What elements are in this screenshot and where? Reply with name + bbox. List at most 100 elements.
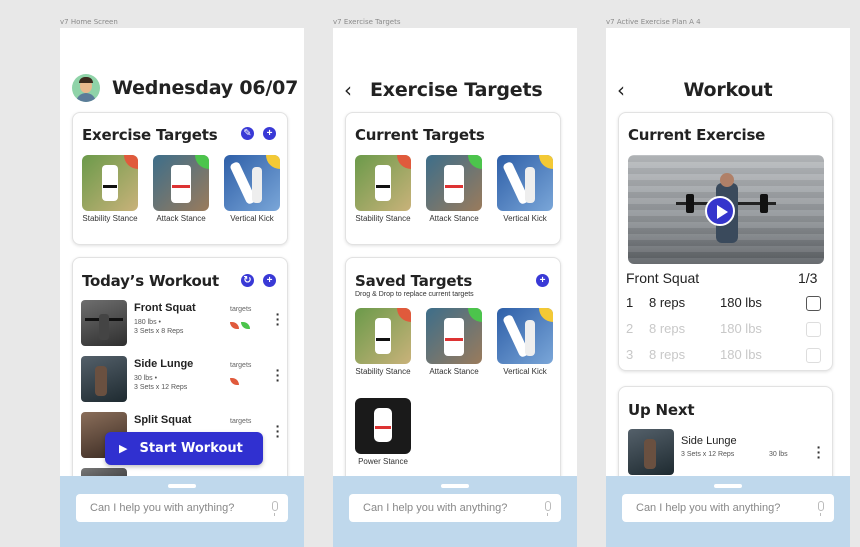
target-label: Stability Stance [355,367,411,376]
set-row-1: 1 8 reps 180 lbs [626,295,826,315]
more-icon[interactable]: · · · [275,419,281,443]
exercise-detail: 180 lbs • 3 Sets x 8 Reps [134,319,184,335]
page-title: Exercise Targets [370,79,543,101]
target-label: Vertical Kick [503,214,547,223]
set-number: 1 [626,295,634,310]
target-badge-green [241,322,250,329]
target-vertical-kick[interactable]: Vertical Kick [497,155,553,224]
saved-target-stability-stance[interactable]: Stability Stance [355,308,411,377]
set-counter: 1/3 [798,270,818,286]
avatar[interactable] [72,74,100,102]
home-header: Wednesday 06/07 [60,74,304,102]
card-title: Exercise Targets [82,126,218,144]
assistant-input[interactable]: Can I help you with anything? [76,494,288,522]
more-icon[interactable]: · · · [275,363,281,387]
back-arrow-icon[interactable]: ‹ [344,78,352,102]
target-label: Stability Stance [355,214,411,223]
play-video-button[interactable] [705,196,735,226]
targets-header: ‹ Exercise Targets [333,78,577,102]
exercise-name: Side Lunge [134,358,194,370]
start-workout-label: Start Workout [139,441,243,456]
exercise-detail: 30 lbs • 3 Sets x 12 Reps [134,375,188,391]
pencil-icon[interactable]: ✎ [241,127,254,140]
assistant-placeholder: Can I help you with anything? [636,502,781,514]
set-row-3: 3 8 reps 180 lbs [626,347,826,367]
targets-label: targets [230,418,252,425]
assistant-placeholder: Can I help you with anything? [363,502,508,514]
drag-handle[interactable] [168,484,196,488]
start-workout-button[interactable]: ▶ Start Workout [105,432,263,465]
target-stability-stance[interactable]: Stability Stance [355,155,411,224]
set-reps: 8 reps [649,321,686,336]
target-label: Attack Stance [429,367,479,376]
exercise-video[interactable] [628,155,824,264]
exercise-name: Split Squat [134,414,192,426]
microphone-icon[interactable] [272,501,278,516]
more-icon[interactable]: · · · [275,307,281,331]
home-screen: Wednesday 06/07 Exercise Targets ✎ + Sta… [60,28,304,547]
assistant-panel: Can I help you with anything? [60,476,304,547]
exercise-targets-card: Exercise Targets ✎ + Stability Stance At… [72,112,288,245]
set-number: 3 [626,347,634,362]
page-title: Workout [683,79,773,101]
set-reps: 8 reps [649,295,686,310]
card-title: Current Exercise [628,126,766,144]
assistant-panel: Can I help you with anything? [606,476,850,547]
frame-label-active: v7 Active Exercise Plan A 4 [606,18,701,26]
frame-label-home: v7 Home Screen [60,18,118,26]
exercise-name: Front Squat [134,302,196,314]
exercise-name: Front Squat [626,270,700,286]
play-icon [717,205,728,219]
next-exercise-detail: 3 Sets x 12 Reps [681,451,735,458]
set-reps: 8 reps [649,347,686,362]
card-title: Today’s Workout [82,272,220,290]
set-weight: 180 lbs [720,321,762,336]
workout-header: ‹ Workout [606,78,850,102]
card-title: Saved Targets [355,272,473,290]
refresh-icon[interactable]: ↻ [241,274,254,287]
target-label: Power Stance [358,457,408,466]
frame-label-targets: v7 Exercise Targets [333,18,401,26]
list-item[interactable]: Front Squat 180 lbs • 3 Sets x 8 Reps ta… [81,300,281,348]
target-badge-red [230,322,239,329]
exercise-targets-screen: ‹ Exercise Targets Current Targets Stabi… [333,28,577,547]
target-label: Attack Stance [429,214,479,223]
assistant-panel: Can I help you with anything? [333,476,577,547]
plus-icon[interactable]: + [263,127,276,140]
targets-label: targets [230,306,252,313]
assistant-placeholder: Can I help you with anything? [90,502,235,514]
target-stability-stance[interactable]: Stability Stance [82,155,138,224]
set-weight: 180 lbs [720,295,762,310]
drag-handle[interactable] [441,484,469,488]
play-icon: ▶ [119,442,128,455]
drag-drop-hint: Drog & Drop to replace current targets [355,291,474,298]
card-title: Current Targets [355,126,485,144]
targets-label: targets [230,362,252,369]
set-checkbox[interactable] [806,348,821,363]
target-attack-stance[interactable]: Attack Stance [426,155,482,224]
more-icon[interactable]: · · · [816,440,822,464]
set-weight: 180 lbs [720,347,762,362]
set-checkbox[interactable] [806,322,821,337]
plus-icon[interactable]: + [536,274,549,287]
plus-icon[interactable]: + [263,274,276,287]
saved-target-vertical-kick[interactable]: Vertical Kick [497,308,553,377]
side-lunge-image [628,429,674,475]
next-exercise-name: Side Lunge [681,435,737,447]
active-workout-screen: ‹ Workout Current Exercise Front Squat 1… [606,28,850,547]
drag-handle[interactable] [714,484,742,488]
saved-target-attack-stance[interactable]: Attack Stance [426,308,482,377]
target-label: Vertical Kick [503,367,547,376]
side-lunge-image [81,356,127,402]
target-attack-stance[interactable]: Attack Stance [153,155,209,224]
set-checkbox[interactable] [806,296,821,311]
target-label: Stability Stance [82,214,138,223]
front-squat-image [81,300,127,346]
assistant-input[interactable]: Can I help you with anything? [349,494,561,522]
saved-target-power-stance[interactable]: Power Stance [355,398,411,467]
assistant-input[interactable]: Can I help you with anything? [622,494,834,522]
microphone-icon[interactable] [545,501,551,516]
list-item[interactable]: Side Lunge 30 lbs • 3 Sets x 12 Reps tar… [81,356,281,404]
microphone-icon[interactable] [818,501,824,516]
target-vertical-kick[interactable]: Vertical Kick [224,155,280,224]
